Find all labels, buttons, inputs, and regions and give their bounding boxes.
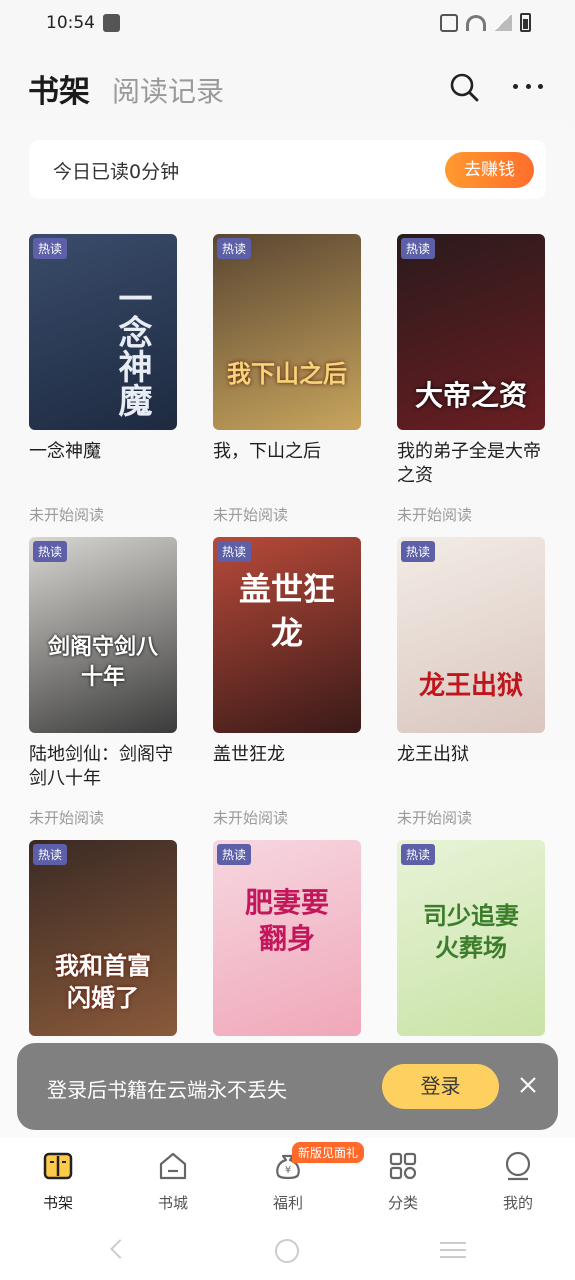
- book-status: 未开始阅读: [213, 809, 289, 827]
- book-item[interactable]: 热读 剑阁守剑八十年 陆地剑仙：剑阁守剑八十年 未开始阅读: [29, 537, 179, 828]
- book-cover[interactable]: 热读 龙王出狱: [397, 537, 545, 733]
- book-cover[interactable]: 热读 大帝之资: [397, 234, 545, 430]
- book-status: 未开始阅读: [397, 506, 473, 524]
- book-cover[interactable]: 热读 肥妻要翻身: [213, 840, 361, 1036]
- system-nav-bar: [0, 1218, 575, 1280]
- signal-icon: [494, 14, 512, 31]
- book-cover[interactable]: 热读 我和首富闪婚了: [29, 840, 177, 1036]
- earn-money-button[interactable]: 去赚钱: [445, 152, 534, 188]
- svg-text:¥: ¥: [285, 1165, 291, 1176]
- book-item[interactable]: 热读 我和首富闪婚了: [29, 840, 179, 1036]
- book-cover[interactable]: 热读 剑阁守剑八十年: [29, 537, 177, 733]
- book-item[interactable]: 热读 盖世狂龙 盖世狂龙 未开始阅读: [213, 537, 363, 828]
- tab-bookshelf-nav[interactable]: 书架: [18, 1150, 98, 1213]
- cover-title: 我下山之后: [227, 359, 347, 388]
- back-icon[interactable]: [110, 1239, 130, 1259]
- book-item[interactable]: 热读 司少追妻火葬场: [397, 840, 547, 1036]
- home-circle-icon[interactable]: [275, 1239, 299, 1263]
- tab-profile-nav[interactable]: 我的: [478, 1150, 558, 1213]
- tab-category-nav[interactable]: 分类: [363, 1150, 443, 1213]
- bookshelf-icon: [43, 1152, 73, 1180]
- book-cover[interactable]: 热读 我下山之后: [213, 234, 361, 430]
- book-status: 未开始阅读: [397, 809, 473, 827]
- status-icons: [440, 13, 531, 32]
- cover-title: 一念神魔: [112, 281, 152, 417]
- book-status: 未开始阅读: [213, 506, 289, 524]
- book-title: 我的弟子全是大帝之资: [397, 441, 541, 486]
- hot-badge: 热读: [401, 541, 436, 562]
- home-icon: [159, 1152, 187, 1180]
- hot-badge: 热读: [217, 844, 252, 865]
- grid-icon: [389, 1152, 417, 1180]
- book-cover[interactable]: 热读 司少追妻火葬场: [397, 840, 545, 1036]
- wifi-icon: [466, 14, 486, 31]
- hot-badge: 热读: [217, 541, 252, 562]
- book-status: 未开始阅读: [29, 506, 105, 524]
- bottom-tab-bar: 书架 书城 ¥ 福利 分类 我的: [0, 1138, 575, 1218]
- book-status: 未开始阅读: [29, 809, 105, 827]
- book-item[interactable]: 热读 大帝之资 我的弟子全是大帝之资 未开始阅读: [397, 234, 547, 525]
- login-toast: 登录后书籍在云端永不丢失 登录: [17, 1043, 558, 1130]
- reading-time-text: 今日已读0分钟: [53, 161, 180, 183]
- book-item[interactable]: 热读 肥妻要翻身: [213, 840, 363, 1036]
- battery-icon: [520, 13, 531, 32]
- tab-bookshelf[interactable]: 书架: [28, 66, 90, 111]
- search-icon[interactable]: [449, 72, 479, 102]
- hot-badge: 热读: [401, 844, 436, 865]
- status-bar: 10:54: [0, 0, 575, 48]
- cover-title: 大帝之资: [414, 379, 527, 412]
- book-title: 龙王出狱: [397, 744, 469, 765]
- book-item[interactable]: 热读 一念神魔 一念神魔 未开始阅读: [29, 234, 179, 525]
- welfare-promo-badge: 新版见面礼: [292, 1142, 365, 1163]
- book-item[interactable]: 热读 龙王出狱 龙王出狱 未开始阅读: [397, 537, 547, 828]
- tab-label: 书架: [42, 1194, 73, 1212]
- notification-app-icon: [103, 14, 120, 32]
- tab-reading-history[interactable]: 阅读记录: [112, 70, 224, 110]
- cover-title: 肥妻要翻身: [244, 886, 329, 955]
- cover-title: 我和首富闪婚了: [55, 951, 151, 1012]
- more-icon[interactable]: [513, 84, 543, 92]
- tab-label: 福利: [272, 1194, 303, 1212]
- cover-title: 剑阁守剑八十年: [47, 634, 158, 690]
- book-title: 我，下山之后: [213, 441, 321, 462]
- tab-label: 书城: [157, 1194, 188, 1212]
- tab-bookstore-nav[interactable]: 书城: [133, 1150, 213, 1213]
- book-cover[interactable]: 热读 盖世狂龙: [213, 537, 361, 733]
- login-toast-text: 登录后书籍在云端永不丢失: [47, 1078, 287, 1102]
- cover-title: 龙王出狱: [418, 671, 523, 701]
- reading-time-banner: 今日已读0分钟 去赚钱: [29, 140, 546, 199]
- hot-badge: 热读: [217, 238, 252, 259]
- cover-title: 盖世狂龙: [238, 570, 335, 652]
- hot-badge: 热读: [33, 238, 68, 259]
- tab-label: 我的: [502, 1194, 533, 1212]
- hot-badge: 热读: [33, 844, 68, 865]
- cover-title: 司少追妻火葬场: [423, 901, 519, 962]
- book-title: 陆地剑仙：剑阁守剑八十年: [29, 744, 173, 789]
- book-title: 一念神魔: [29, 441, 101, 462]
- vibrate-icon: [440, 13, 458, 32]
- book-item[interactable]: 热读 我下山之后 我，下山之后 未开始阅读: [213, 234, 363, 525]
- book-title: 盖世狂龙: [213, 744, 285, 765]
- hot-badge: 热读: [33, 541, 68, 562]
- hot-badge: 热读: [401, 238, 436, 259]
- login-button[interactable]: 登录: [382, 1064, 499, 1109]
- close-icon[interactable]: [518, 1075, 538, 1095]
- header: 书架 阅读记录: [0, 62, 575, 118]
- status-time: 10:54: [46, 13, 95, 33]
- menu-icon[interactable]: [440, 1242, 466, 1258]
- tab-label: 分类: [387, 1194, 418, 1212]
- book-cover[interactable]: 热读 一念神魔: [29, 234, 177, 430]
- profile-icon: [505, 1151, 531, 1181]
